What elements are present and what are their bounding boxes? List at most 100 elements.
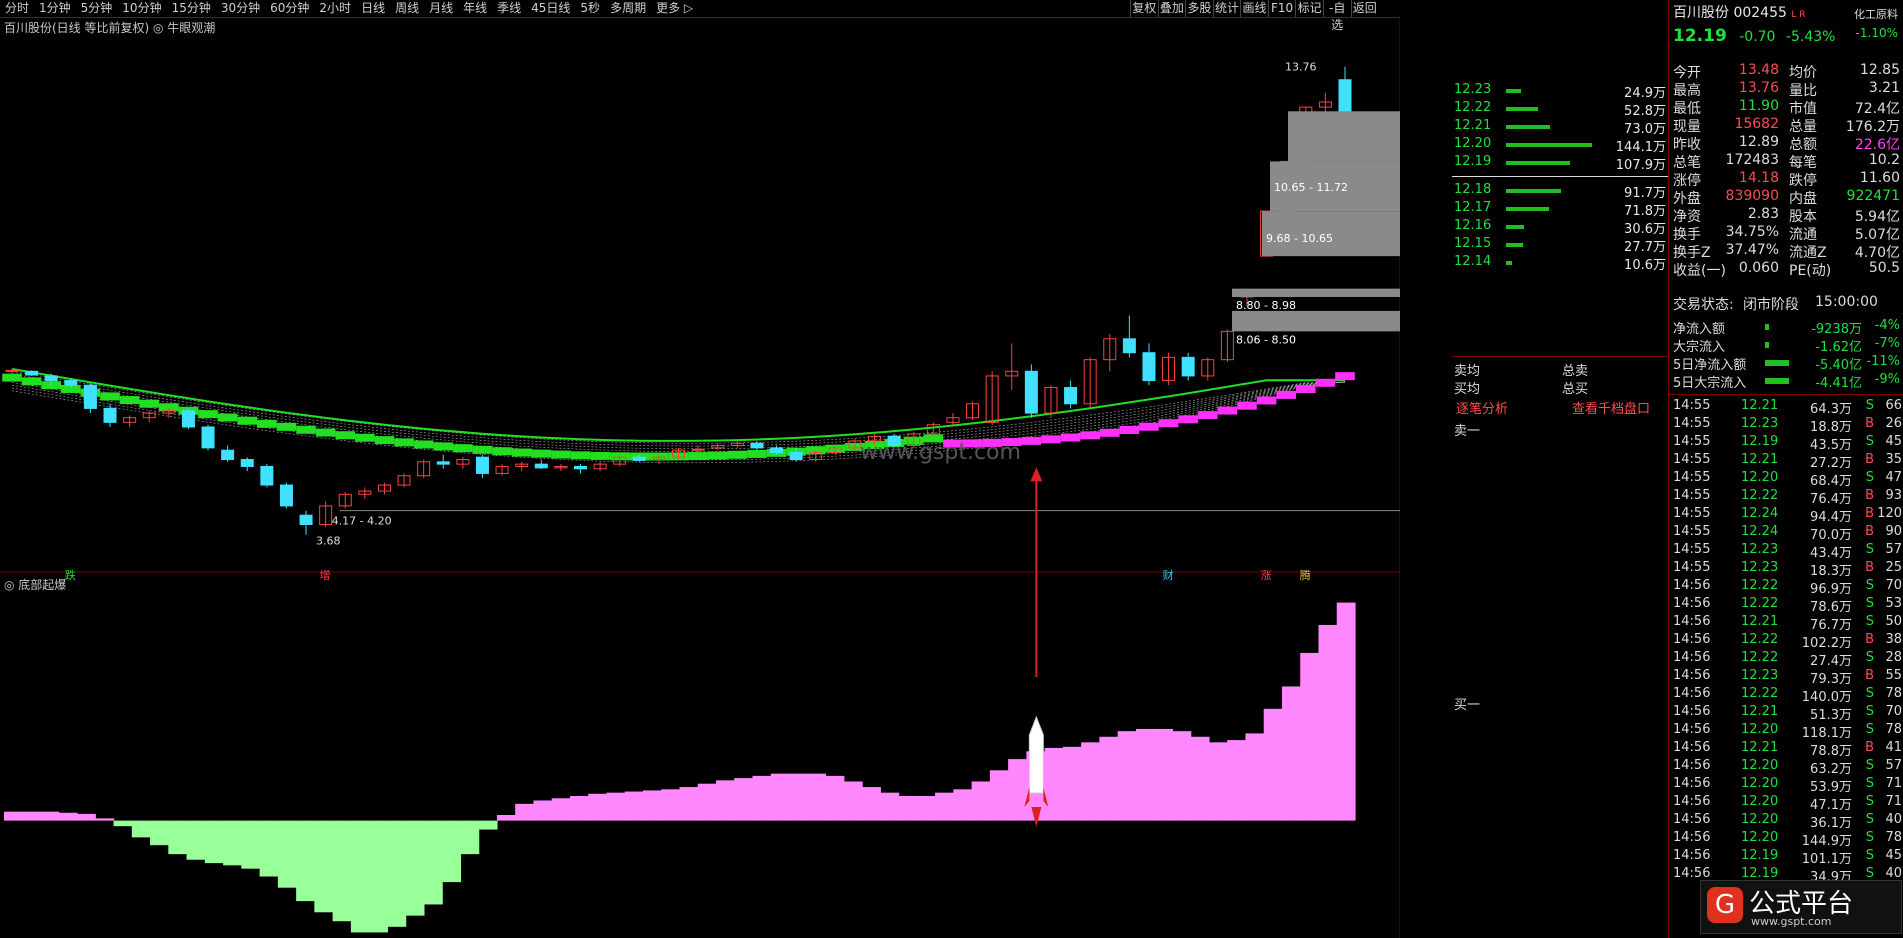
bid-price: 12.14 — [1454, 254, 1492, 269]
ask-row: 12.23 24.9万 — [1452, 82, 1668, 101]
indicator-bar — [1044, 747, 1064, 821]
tick-count: 50 — [1885, 614, 1902, 629]
center-watermark: www.gspt.com — [860, 440, 1021, 465]
stat-value: 2.83 — [1747, 206, 1779, 222]
tick-volume: 101.1万 — [1801, 852, 1852, 867]
indicator-bar — [4, 811, 23, 821]
period-tab-8[interactable]: 日线 — [356, 0, 390, 17]
toolbar-button-2[interactable]: 多股 — [1185, 0, 1213, 17]
period-tab-16[interactable]: 更多 ▷ — [651, 0, 698, 17]
sector-name[interactable]: 化工原料 — [1854, 6, 1898, 22]
candle-body — [1024, 370, 1038, 414]
stat-row: 换手Z 37.47% 流通Z 4.70亿 — [1669, 242, 1903, 261]
indicator-bar — [1263, 708, 1283, 821]
chip-zone — [1232, 288, 1400, 297]
stat-value: 13.76 — [1738, 80, 1779, 96]
flow-label: 5日净流入额 — [1673, 358, 1747, 373]
candle-body — [750, 442, 764, 449]
flow-bar — [1765, 342, 1769, 348]
period-tab-13[interactable]: 45日线 — [526, 0, 575, 17]
indicator-bar — [77, 813, 96, 821]
tick-time: 14:56 — [1673, 614, 1711, 629]
tick-row: 14:55 12.19 43.5万 S 45 — [1669, 434, 1903, 453]
tick-time: 14:56 — [1673, 758, 1711, 773]
indicator-bar — [1154, 728, 1174, 821]
toolbar-button-7[interactable]: -自选 — [1322, 0, 1351, 32]
toolbar-button-1[interactable]: 叠加 — [1157, 0, 1186, 17]
tick-price: 12.22 — [1741, 578, 1779, 593]
bid-bar — [1506, 189, 1561, 193]
tick-row: 14:56 12.21 78.8万 B 41 — [1669, 740, 1903, 759]
total-sell-label: 总卖 — [1562, 364, 1589, 379]
ma-green-step — [707, 451, 728, 460]
trade-status-label: 交易状态: — [1673, 297, 1734, 313]
period-tab-15[interactable]: 多周期 — [605, 0, 651, 17]
period-tab-3[interactable]: 10分钟 — [117, 0, 166, 17]
period-tab-4[interactable]: 15分钟 — [167, 0, 216, 17]
tick-time: 14:56 — [1673, 632, 1711, 647]
toolbar-button-3[interactable]: 统计 — [1212, 0, 1241, 17]
bid-price: 12.17 — [1454, 200, 1492, 215]
chip-zone-label: 9.68 - 10.65 — [1266, 232, 1333, 245]
toolbar-button-8[interactable]: 返回 — [1350, 0, 1379, 17]
indicator-bar — [989, 770, 1009, 821]
tick-count: 53 — [1885, 596, 1902, 611]
indicator-bar — [150, 820, 169, 846]
ma-green-step — [355, 433, 375, 442]
period-tab-6[interactable]: 60分钟 — [265, 0, 314, 17]
period-tab-2[interactable]: 5分钟 — [76, 0, 118, 17]
period-tab-14[interactable]: 5秒 — [575, 0, 605, 17]
tick-count: 57 — [1885, 542, 1902, 557]
price-change-pct: -5.43% — [1785, 29, 1836, 45]
toolbar-button-0[interactable]: 复权 — [1130, 0, 1158, 17]
tick-price: 12.23 — [1741, 668, 1779, 683]
thousand-depth-button[interactable]: 查看千档盘口 — [1572, 398, 1650, 417]
indicator-bar — [679, 787, 699, 821]
tick-row: 14:56 12.20 47.1万 S 71 — [1669, 794, 1903, 813]
tick-price: 12.22 — [1741, 488, 1779, 503]
price-change: -0.70 — [1739, 29, 1776, 45]
toolbar-button-5[interactable]: F10 — [1267, 0, 1296, 17]
buy-avg-label: 买均 — [1454, 382, 1481, 397]
candle-body — [632, 456, 646, 461]
indicator-bar — [113, 820, 133, 827]
stat-label: 最低 — [1673, 101, 1701, 117]
ma-green-step — [335, 431, 356, 440]
tick-count: 70 — [1885, 704, 1902, 719]
kline-chart[interactable]: 14.0013.0012.0011.0010.009.008.007.006.0… — [0, 17, 1400, 938]
chip-zone-label: 10.65 - 11.72 — [1274, 181, 1348, 194]
period-tab-12[interactable]: 季线 — [492, 0, 526, 17]
ma-green-step — [198, 410, 218, 419]
stat-label-2: 每笔 — [1789, 155, 1817, 171]
ma-green-step — [551, 450, 571, 459]
tick-time: 14:55 — [1673, 416, 1711, 431]
period-tab-9[interactable]: 周线 — [390, 0, 424, 17]
tick-count: 55 — [1885, 668, 1902, 683]
tick-side: S — [1865, 704, 1874, 719]
tick-row: 14:56 12.22 102.2万 B 38 — [1669, 632, 1903, 651]
tick-volume: 94.4万 — [1810, 510, 1852, 525]
tick-price: 12.24 — [1741, 506, 1779, 521]
event-marker: 增 — [320, 568, 331, 582]
period-tab-5[interactable]: 30分钟 — [216, 0, 265, 17]
tick-count: 78 — [1885, 830, 1902, 845]
candle-body — [1142, 352, 1156, 382]
stat-value: 37.47% — [1725, 242, 1779, 258]
chip-zone-label: 8.80 - 8.98 — [1236, 299, 1296, 312]
toolbar-button-4[interactable]: 画线 — [1240, 0, 1268, 17]
toolbar-button-6[interactable]: 标记 — [1295, 0, 1323, 17]
ma-green-step — [492, 447, 512, 456]
indicator-bar — [916, 796, 936, 821]
period-tab-7[interactable]: 2小时 — [314, 0, 356, 17]
period-tab-10[interactable]: 月线 — [424, 0, 458, 17]
stat-label-2: 内盘 — [1789, 191, 1817, 207]
ma-magenta-step — [1335, 372, 1355, 381]
tick-volume: 78.6万 — [1810, 600, 1852, 615]
period-tab-1[interactable]: 1分钟 — [34, 0, 76, 17]
period-tab-0[interactable]: 分时 — [0, 0, 34, 17]
tick-price: 12.19 — [1741, 848, 1779, 863]
tick-time: 14:56 — [1673, 866, 1711, 881]
period-tab-11[interactable]: 年线 — [458, 0, 492, 17]
stat-value: 11.90 — [1738, 98, 1779, 114]
tick-analysis-button[interactable]: 逐笔分析 — [1456, 398, 1508, 417]
